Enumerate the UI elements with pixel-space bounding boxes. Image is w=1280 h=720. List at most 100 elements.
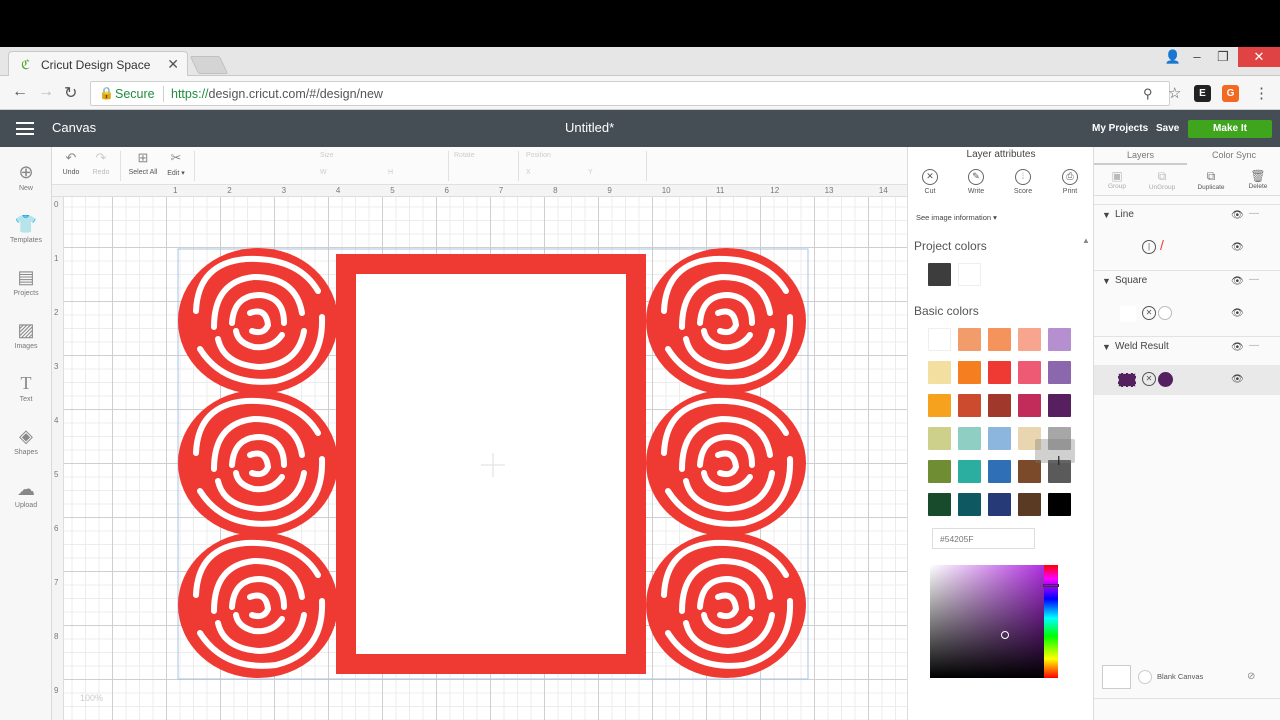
select-all-button[interactable]: ⊞ Select All — [126, 150, 160, 176]
close-window-icon[interactable]: ✕ — [1238, 47, 1280, 67]
write-tool[interactable]: ✎ Write — [961, 169, 991, 195]
duplicate-button[interactable]: ⧉ Duplicate — [1191, 169, 1231, 191]
color-swatch[interactable] — [1018, 394, 1041, 417]
eye-icon[interactable]: 👁 — [1231, 342, 1244, 353]
hide-icon[interactable]: ⊘ — [1247, 671, 1255, 682]
new-tab-button[interactable] — [189, 56, 229, 74]
ungroup-line-icon[interactable]: — — [1249, 274, 1259, 285]
rose-shape[interactable] — [646, 532, 806, 678]
color-swatch[interactable] — [958, 427, 981, 450]
rose-shape[interactable] — [646, 248, 806, 394]
minimize-icon[interactable]: – — [1184, 47, 1210, 67]
color-swatch[interactable] — [1048, 328, 1071, 351]
color-swatch[interactable] — [928, 460, 951, 483]
color-swatch[interactable] — [958, 394, 981, 417]
color-swatch[interactable] — [988, 394, 1011, 417]
color-picker-handle[interactable] — [1001, 631, 1009, 639]
hue-slider-handle[interactable] — [1043, 584, 1059, 587]
rose-shape[interactable] — [178, 248, 338, 394]
menu-dots-icon[interactable]: ⋮ — [1254, 84, 1269, 102]
sidebar-item-text[interactable]: T Text — [0, 366, 52, 416]
extension-icon[interactable]: G — [1222, 85, 1239, 102]
ungroup-line-icon[interactable]: — — [1249, 340, 1259, 351]
eye-icon[interactable]: 👁 — [1231, 374, 1244, 385]
restore-icon[interactable]: ❐ — [1210, 47, 1236, 67]
color-swatch[interactable] — [928, 263, 951, 286]
group-button[interactable]: ▣ Group — [1097, 169, 1137, 190]
url-text[interactable]: https://design.cricut.com/#/design/new — [171, 87, 383, 101]
color-swatch[interactable] — [928, 361, 951, 384]
bookmark-star-icon[interactable]: ☆ — [1168, 84, 1181, 102]
sidebar-item-shapes[interactable]: ◈ Shapes — [0, 419, 52, 469]
color-swatch[interactable] — [1018, 460, 1041, 483]
edit-menu-button[interactable]: ✂ Edit ▾ — [164, 150, 188, 177]
evernote-extension-icon[interactable]: E — [1194, 85, 1211, 102]
blank-canvas-color-dot[interactable] — [1138, 670, 1152, 684]
color-swatch[interactable] — [958, 460, 981, 483]
collapse-triangle-icon[interactable]: ▼ — [1102, 342, 1111, 352]
browser-tab[interactable]: ℭ Cricut Design Space ✕ — [8, 51, 188, 77]
eye-icon[interactable]: 👁 — [1231, 308, 1244, 319]
make-it-button[interactable]: Make It — [1188, 120, 1272, 138]
layer-row-square[interactable]: ✕ 👁 — [1094, 299, 1280, 329]
rose-shape[interactable] — [178, 390, 338, 536]
back-icon[interactable]: ← — [12, 83, 28, 101]
color-swatch[interactable] — [1018, 493, 1041, 516]
layer-color-dot[interactable] — [1158, 306, 1172, 320]
eye-icon[interactable]: 👁 — [1231, 276, 1244, 287]
color-swatch[interactable] — [1048, 394, 1071, 417]
color-swatch[interactable] — [1018, 328, 1041, 351]
score-tool[interactable]: ⦙ Score — [1008, 169, 1038, 195]
hex-color-input[interactable]: #54205F — [932, 528, 1035, 549]
delete-button[interactable]: 🗑 Delete — [1238, 169, 1278, 190]
eye-icon[interactable]: 👁 — [1231, 242, 1244, 253]
color-picker-field[interactable] — [930, 565, 1044, 678]
color-swatch[interactable] — [928, 427, 951, 450]
ungroup-line-icon[interactable]: — — [1249, 208, 1259, 219]
color-swatch[interactable] — [928, 394, 951, 417]
save-button[interactable]: Save — [1156, 123, 1179, 134]
rose-shape[interactable] — [178, 532, 338, 678]
color-swatch[interactable] — [928, 328, 951, 351]
sidebar-item-upload[interactable]: ☁ Upload — [0, 472, 52, 522]
layer-group-line[interactable]: ▼ Line 👁 — — [1094, 204, 1280, 226]
address-bar[interactable]: 🔒 Secure https://design.cricut.com/#/des… — [90, 81, 1170, 106]
color-swatch[interactable] — [988, 427, 1011, 450]
design-canvas[interactable]: 123456789101112131415 0123456789 100% — [52, 185, 907, 720]
undo-button[interactable]: ↶ Undo — [60, 150, 82, 176]
reload-icon[interactable]: ↻ — [64, 83, 77, 103]
sidebar-item-images[interactable]: ▨ Images — [0, 313, 52, 363]
color-swatch[interactable] — [988, 460, 1011, 483]
sidebar-item-templates[interactable]: 👕 Templates — [0, 207, 52, 257]
close-tab-icon[interactable]: ✕ — [167, 56, 179, 73]
color-swatch[interactable] — [958, 361, 981, 384]
hue-slider[interactable] — [1044, 565, 1058, 678]
color-swatch[interactable] — [988, 361, 1011, 384]
print-tool[interactable]: ⎙ Print — [1055, 169, 1085, 195]
layer-row-line[interactable]: | / 👁 — [1094, 233, 1280, 263]
color-swatch[interactable] — [928, 493, 951, 516]
rose-shape[interactable] — [646, 390, 806, 536]
redo-button[interactable]: ↷ Redo — [90, 150, 112, 176]
zoom-icon[interactable]: ⚲ — [1143, 86, 1153, 102]
color-swatch[interactable] — [958, 263, 981, 286]
zoom-level[interactable]: 100% — [80, 693, 103, 703]
color-swatch[interactable] — [1048, 493, 1071, 516]
forward-icon[interactable]: → — [38, 83, 54, 101]
my-projects-link[interactable]: My Projects — [1092, 123, 1148, 134]
color-swatch[interactable] — [958, 493, 981, 516]
scroll-up-icon[interactable]: ▲ — [1082, 236, 1090, 245]
ungroup-button[interactable]: ⧉ UnGroup — [1142, 169, 1182, 191]
layer-group-weld-result[interactable]: ▼ Weld Result 👁 — — [1094, 336, 1280, 358]
collapse-triangle-icon[interactable]: ▼ — [1102, 276, 1111, 286]
color-swatch[interactable] — [1018, 361, 1041, 384]
tab-color-sync[interactable]: Color Sync — [1212, 150, 1256, 160]
tab-layers[interactable]: Layers — [1127, 150, 1154, 160]
see-image-information-link[interactable]: See image information ▾ — [916, 213, 997, 222]
color-swatch[interactable] — [1048, 361, 1071, 384]
collapse-triangle-icon[interactable]: ▼ — [1102, 210, 1111, 220]
design-artwork[interactable] — [52, 185, 907, 720]
eye-icon[interactable]: 👁 — [1231, 210, 1244, 221]
cut-tool[interactable]: ✕ Cut — [915, 169, 945, 195]
layer-group-square[interactable]: ▼ Square 👁 — — [1094, 270, 1280, 292]
